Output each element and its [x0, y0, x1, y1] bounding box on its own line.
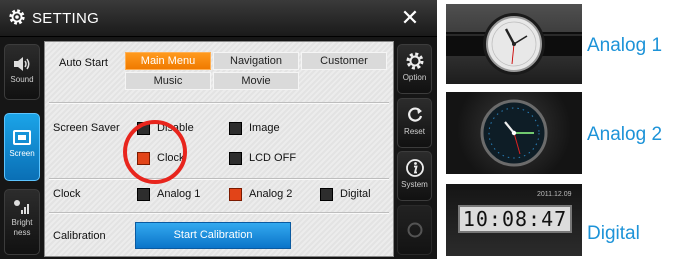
screen-saver-lcd-off-option[interactable]: LCD OFF — [229, 150, 309, 168]
sidebar-item-brightness[interactable]: Bright ness — [4, 189, 40, 255]
option-label: Image — [249, 122, 280, 134]
sidebar-item-label: Sound — [10, 75, 34, 84]
digital-time: 10:08:47 — [462, 207, 568, 231]
digital-caption: Digital — [587, 223, 640, 244]
option-label: LCD OFF — [249, 152, 297, 164]
auto-start-main-menu[interactable]: Main Menu — [125, 52, 211, 70]
sidebar-item-label: Bright — [11, 218, 33, 227]
sidebar-item-option[interactable]: Option — [397, 44, 432, 94]
analog1-watch-icon — [446, 13, 582, 75]
title-bar: SETTING ✕ — [0, 0, 437, 37]
gear-icon — [9, 9, 25, 25]
option-label: Clock — [157, 152, 185, 164]
screen-icon — [13, 130, 31, 145]
divider — [49, 102, 389, 104]
option-label: Analog 1 — [157, 188, 201, 200]
auto-start-label: Auto Start — [59, 57, 108, 69]
window-title: SETTING — [32, 10, 100, 27]
digital-date: 2011.12.09 — [537, 191, 572, 198]
close-button[interactable]: ✕ — [390, 3, 430, 33]
divider — [49, 212, 389, 214]
brightness-icon — [14, 200, 29, 214]
screen-saver-disable-option[interactable]: Disable — [137, 120, 217, 138]
checkbox[interactable] — [229, 122, 242, 135]
analog2-caption: Analog 2 — [587, 124, 663, 145]
digital-preview: 2011.12.09 10:08:47 — [446, 184, 582, 256]
sidebar-item-system[interactable]: System — [397, 151, 432, 201]
sidebar-item-label: Reset — [404, 127, 425, 136]
checkbox-checked[interactable] — [137, 152, 150, 165]
analog2-clock-icon — [480, 99, 548, 167]
sidebar-item-screen[interactable]: Screen — [4, 113, 40, 181]
refresh-icon — [407, 107, 422, 122]
sidebar-item-reset[interactable]: Reset — [397, 98, 432, 148]
option-label: Digital — [340, 188, 371, 200]
auto-start-music[interactable]: Music — [125, 72, 211, 90]
analog1-caption: Analog 1 — [587, 35, 663, 56]
analog2-preview — [446, 92, 582, 174]
speaker-icon — [14, 57, 30, 71]
clock-analog1-option[interactable]: Analog 1 — [137, 186, 217, 204]
ring-icon — [407, 222, 422, 238]
info-icon — [405, 159, 424, 177]
sidebar-item-label: Option — [402, 73, 427, 82]
checkbox-checked[interactable] — [229, 188, 242, 201]
clock-analog2-option[interactable]: Analog 2 — [229, 186, 309, 204]
clock-digital-option[interactable]: Digital — [320, 186, 390, 204]
settings-content: Auto Start Main Menu Navigation Customer… — [44, 41, 394, 257]
sidebar-item-label: Screen — [9, 149, 35, 158]
screen-saver-label: Screen Saver — [53, 122, 120, 134]
start-calibration-button[interactable]: Start Calibration — [135, 222, 291, 249]
checkbox[interactable] — [320, 188, 333, 201]
clock-label: Clock — [53, 188, 81, 200]
auto-start-navigation[interactable]: Navigation — [213, 52, 299, 70]
settings-window: SETTING ✕ Sound Screen Bright ness Optio… — [0, 0, 437, 259]
digital-clock-frame: 10:08:47 — [458, 205, 572, 233]
option-label: Analog 2 — [249, 188, 293, 200]
calibration-label: Calibration — [53, 230, 106, 242]
sidebar-item-disabled — [397, 205, 432, 255]
auto-start-movie[interactable]: Movie — [213, 72, 299, 90]
auto-start-options: Main Menu Navigation Customer Music Movi… — [125, 52, 391, 94]
analog1-preview — [446, 4, 582, 84]
gear-icon — [406, 52, 423, 70]
checkbox[interactable] — [137, 122, 150, 135]
sidebar-item-label: ness — [13, 228, 31, 237]
checkbox[interactable] — [229, 152, 242, 165]
sidebar-item-label: System — [401, 180, 428, 189]
sidebar-item-sound[interactable]: Sound — [4, 44, 40, 100]
divider — [49, 178, 389, 180]
option-label: Disable — [157, 122, 194, 134]
screen-saver-image-option[interactable]: Image — [229, 120, 309, 138]
screen-saver-clock-option[interactable]: Clock — [137, 150, 217, 168]
checkbox[interactable] — [137, 188, 150, 201]
auto-start-customer[interactable]: Customer — [301, 52, 387, 70]
